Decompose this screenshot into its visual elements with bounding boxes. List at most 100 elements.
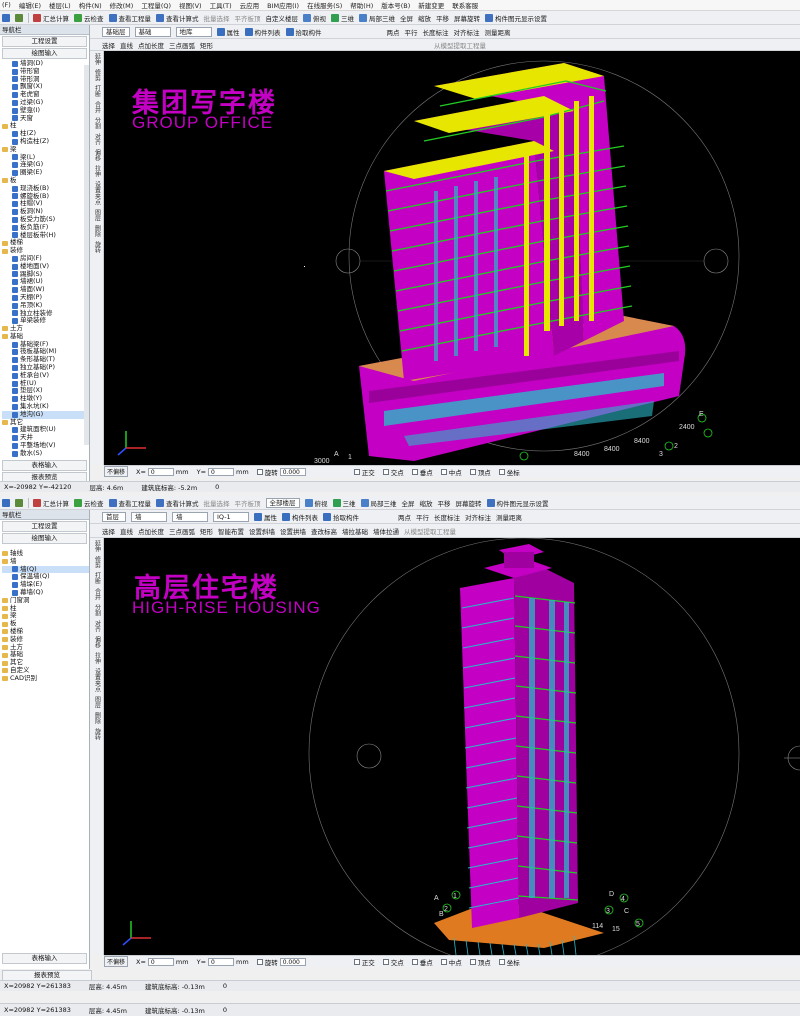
modify-tool[interactable]: 拉伸 (93, 652, 102, 664)
tree-item[interactable]: 梁 (2, 145, 89, 154)
local-3d-button[interactable]: 局部三维 (359, 13, 395, 23)
calc-button[interactable]: 汇总计算 (33, 13, 69, 23)
vertex-snap[interactable]: 顶点 (469, 957, 491, 967)
length-dim-button[interactable]: 长度标注 (434, 512, 460, 522)
y-field[interactable]: Y= 0 mm (197, 957, 249, 966)
table-input-button[interactable]: 表格输入 (2, 460, 87, 471)
batch-select-button[interactable]: 批量选择 (204, 498, 230, 508)
tree-item[interactable]: 桩承台(V) (2, 371, 89, 380)
custom-floor-button[interactable]: 自定义楼层 (266, 13, 299, 23)
set-arch-wall-button[interactable]: 设置拱墙 (280, 526, 306, 536)
tree-item[interactable]: CAD识别 (2, 674, 89, 683)
pan-button[interactable]: 平移 (438, 498, 451, 508)
modify-tool[interactable]: 设置夹点 (93, 181, 102, 205)
tree-item[interactable]: 壁龛(I) (2, 106, 89, 115)
save-icon[interactable] (2, 13, 10, 22)
tree-item[interactable]: 建筑面积(U) (2, 426, 89, 434)
tree-item[interactable]: 垫层(X) (2, 387, 89, 395)
select-tool-button[interactable]: 选择 (102, 526, 115, 536)
x-field[interactable]: X= 0 mm (136, 957, 189, 966)
modify-tool[interactable]: 打断 (93, 85, 102, 97)
modify-tool[interactable]: 合并 (93, 588, 102, 600)
tree-item[interactable]: 集水坑(K) (2, 402, 89, 411)
arc-tool-button[interactable]: 三点画弧 (169, 40, 195, 50)
view-formula-button[interactable]: 查看计算式 (156, 13, 199, 23)
parallel-button[interactable]: 平行 (416, 512, 429, 522)
menu-item[interactable]: 在线服务(S) (307, 0, 342, 10)
extract-quantity-button[interactable]: 从模型提取工程量 (434, 40, 486, 50)
tree-item[interactable]: 老虎窗 (2, 90, 89, 99)
tree-item[interactable]: 装修 (2, 246, 89, 255)
vertex-snap[interactable]: 顶点 (469, 467, 491, 477)
tree-scrollbar[interactable] (84, 65, 89, 445)
modify-tool[interactable]: 偏移 (93, 149, 102, 161)
full-screen-button[interactable]: 全屏 (402, 498, 415, 508)
modify-tool[interactable]: 旋转 (93, 241, 102, 253)
tree-item[interactable]: 楼地面(V) (2, 262, 89, 271)
tree-item[interactable]: 散水(S) (2, 449, 89, 458)
ortho-toggle[interactable]: 正交 (353, 957, 375, 967)
display-settings-button[interactable]: 构件图元显示设置 (486, 498, 549, 508)
tree-item[interactable]: 梁(L) (2, 153, 89, 162)
modify-tool[interactable]: 对齐 (93, 133, 102, 145)
top-view-button[interactable]: 俯视 (304, 498, 328, 508)
extract-quantity-button[interactable]: 从模型提取工程量 (404, 526, 456, 536)
pan-button[interactable]: 平移 (436, 13, 449, 23)
tree-item[interactable]: 飘窗(X) (2, 83, 89, 91)
modify-tool[interactable]: 延伸 (93, 53, 102, 65)
line-tool-button[interactable]: 直线 (120, 40, 133, 50)
line-tool-button[interactable]: 直线 (120, 526, 133, 536)
flat-slab-button[interactable]: 平齐板顶 (235, 498, 261, 508)
save-icon[interactable] (2, 498, 10, 507)
drawing-input-button[interactable]: 绘图输入 (2, 48, 87, 59)
modify-tool[interactable]: 修剪 (93, 69, 102, 81)
rotate-screen-button[interactable]: 屏幕旋转 (454, 13, 480, 23)
tree-item[interactable]: 墙 (2, 557, 89, 566)
tree-item[interactable]: 过梁(G) (2, 98, 89, 107)
no-offset-select[interactable]: 不偏移 (104, 956, 129, 967)
menu-item[interactable]: 构件(N) (79, 0, 102, 10)
wall-to-foundation-button[interactable]: 墙拉基础 (342, 526, 368, 536)
cloud-check-button[interactable]: 云检查 (74, 498, 104, 508)
two-point-button[interactable]: 两点 (387, 27, 400, 37)
menu-item[interactable]: 编辑(E) (19, 0, 41, 10)
subtype-select[interactable]: 墙 (172, 511, 208, 522)
coordinate-snap[interactable]: 坐标 (498, 957, 520, 967)
modify-tool[interactable]: 延伸 (93, 540, 102, 552)
calc-button[interactable]: 汇总计算 (33, 498, 69, 508)
modify-tool[interactable]: 设置夹点 (93, 668, 102, 692)
category-select[interactable]: 基础 (134, 26, 171, 37)
local-3d-button[interactable]: 局部三维 (360, 498, 397, 508)
tree-item[interactable]: 柱帽(V) (2, 200, 89, 208)
smart-layout-button[interactable]: 智能布置 (218, 526, 244, 536)
zoom-button[interactable]: 缩放 (420, 498, 433, 508)
modify-tool[interactable]: 图层 (93, 696, 102, 708)
menu-item[interactable]: BIM应用(I) (267, 0, 299, 10)
tree-item[interactable]: 带形洞 (2, 75, 89, 84)
view-quantity-button[interactable]: 查看工程量 (108, 498, 151, 508)
floor-select[interactable]: 首层 (102, 511, 126, 522)
add-length-button[interactable]: 点加长度 (138, 526, 164, 536)
select-tool-button[interactable]: 选择 (102, 40, 115, 50)
modify-tool[interactable]: 旋转 (93, 728, 102, 740)
modify-tool[interactable]: 拉伸 (93, 165, 102, 177)
project-settings-button[interactable]: 工程设置 (2, 36, 87, 47)
tree-item[interactable]: 墙裙(U) (2, 278, 89, 286)
tree-item[interactable]: 墙面(W) (2, 285, 89, 294)
3d-viewport[interactable]: 1 2 3 4 5 C D A B 114 15 高层住宅楼 HIGH-RISE HOUSING (104, 538, 800, 955)
table-input-button[interactable]: 表格输入 (2, 953, 87, 964)
menu-item[interactable]: 楼层(L) (49, 0, 71, 10)
align-dim-button[interactable]: 对齐标注 (454, 27, 480, 37)
modify-tool[interactable]: 分割 (93, 117, 102, 129)
floor-select[interactable]: 基础层 (102, 26, 130, 37)
3d-view-button[interactable]: 三维 (331, 13, 354, 23)
x-field[interactable]: X= 0 mm (136, 467, 189, 476)
align-dim-button[interactable]: 对齐标注 (465, 512, 491, 522)
arc-tool-button[interactable]: 三点画弧 (169, 526, 195, 536)
tree-item[interactable]: 保温墙(Q) (2, 573, 89, 581)
add-length-button[interactable]: 点加长度 (138, 40, 164, 50)
pick-component-button[interactable]: 拾取构件 (285, 27, 322, 37)
tree-item[interactable]: 踢脚(S) (2, 270, 89, 279)
undo-icon[interactable] (15, 498, 23, 507)
drawing-input-button[interactable]: 绘图输入 (2, 533, 87, 544)
